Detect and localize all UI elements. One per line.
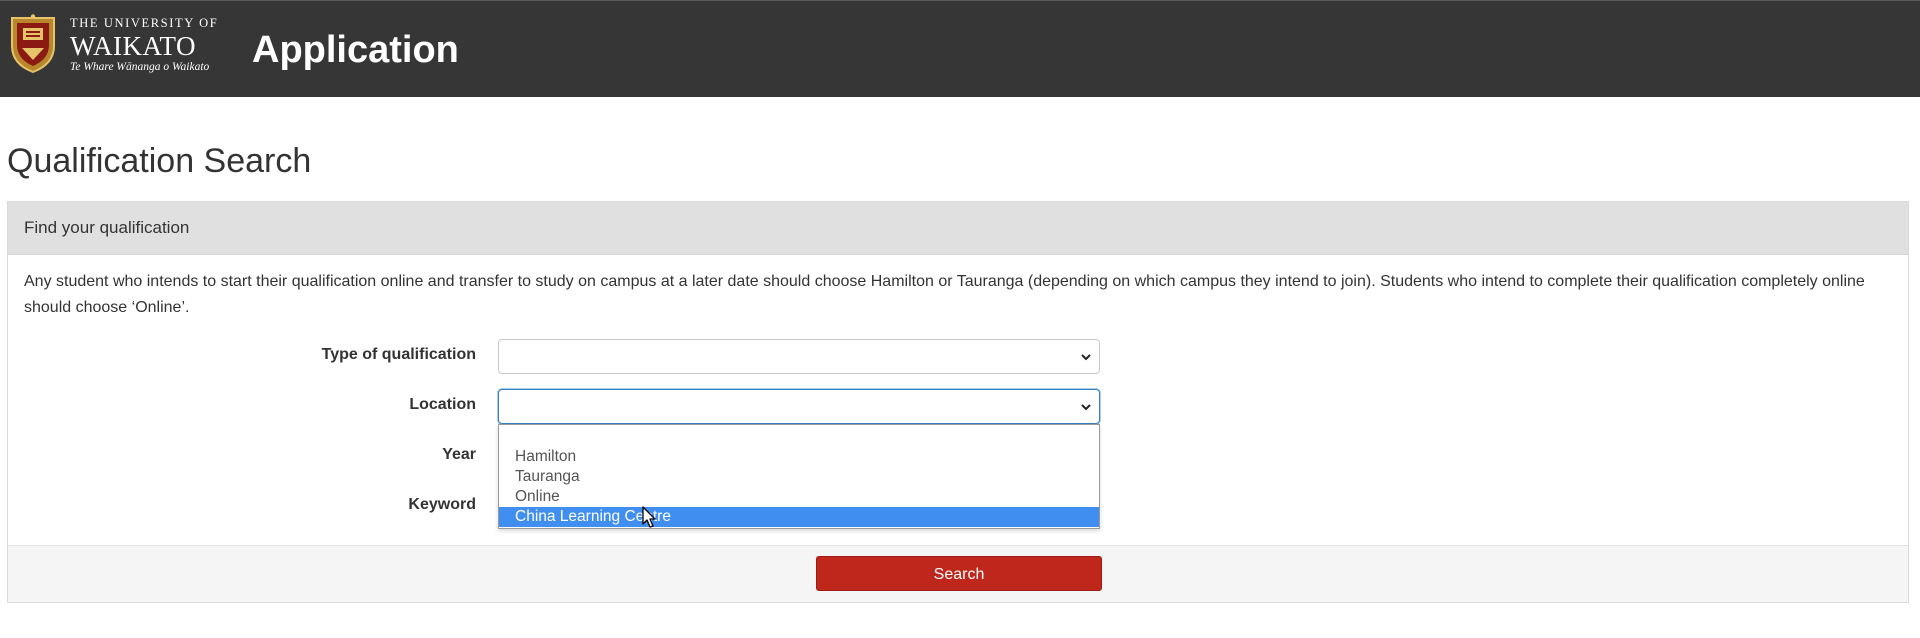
panel-heading: Find your qualification	[8, 202, 1908, 255]
location-option-china-learning-centre[interactable]: China Learning Centre	[499, 507, 1099, 527]
location-option-hamilton[interactable]: Hamilton	[499, 447, 1099, 467]
location-dropdown-list[interactable]: Hamilton Tauranga Online China Learning …	[498, 424, 1100, 529]
qualification-search-panel: Find your qualification Any student who …	[7, 201, 1909, 603]
location-option-blank[interactable]	[499, 427, 1099, 447]
search-button[interactable]: Search	[816, 556, 1102, 591]
type-of-qualification-select[interactable]	[498, 339, 1100, 374]
logo-line-2: WAIKATO	[70, 31, 196, 61]
type-of-qualification-label: Type of qualification	[321, 346, 476, 363]
keyword-label: Keyword	[408, 496, 476, 513]
location-option-online[interactable]: Online	[499, 487, 1099, 507]
year-label: Year	[442, 446, 476, 463]
location-guidance-note: Any student who intends to start their q…	[24, 273, 1865, 316]
panel-footer: Search	[8, 545, 1908, 602]
logo-line-3: Te Whare Wānanga o Waikato	[70, 61, 210, 73]
app-title: Application	[252, 29, 459, 71]
logo-wordmark: THE UNIVERSITY OF WAIKATO Te Whare Wānan…	[70, 16, 218, 73]
top-header-bar: THE UNIVERSITY OF WAIKATO Te Whare Wānan…	[0, 0, 1920, 97]
university-crest-icon	[11, 14, 55, 74]
location-label: Location	[409, 396, 476, 413]
page-title: Qualification Search	[7, 142, 312, 180]
university-logo[interactable]: THE UNIVERSITY OF WAIKATO Te Whare Wānan…	[8, 14, 217, 76]
chevron-down-icon	[1081, 404, 1091, 411]
logo-line-1: THE UNIVERSITY OF	[70, 16, 219, 30]
mouse-pointer-icon	[642, 506, 656, 528]
location-select[interactable]	[498, 389, 1100, 424]
chevron-down-icon	[1081, 354, 1091, 361]
location-option-tauranga[interactable]: Tauranga	[499, 467, 1099, 487]
